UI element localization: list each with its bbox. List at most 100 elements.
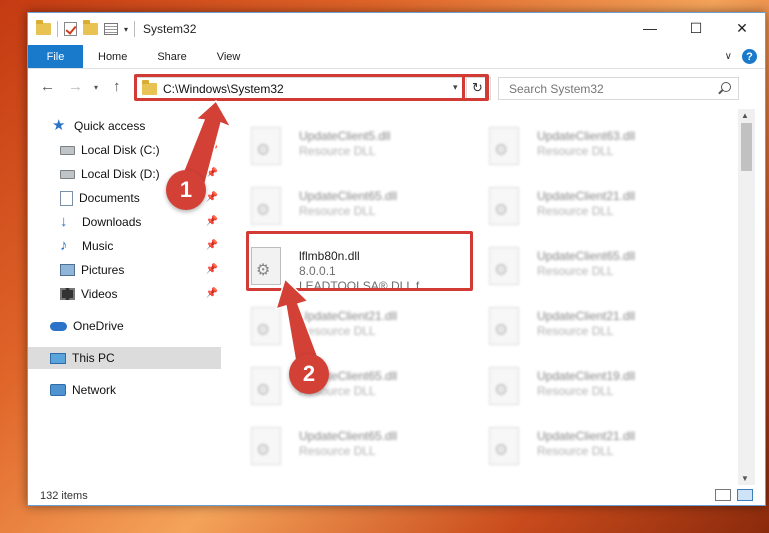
navigation-pane: ★ Quick access Local Disk (C:) 📌 Local D… [28, 109, 221, 479]
drive-icon [60, 169, 75, 179]
sidebar-item-pictures[interactable]: Pictures 📌 [28, 259, 221, 281]
file-name: UpdateClient21.dll [537, 309, 636, 323]
file-type: Resource DLL [537, 264, 614, 278]
recent-locations-chevron-icon[interactable]: ▾ [94, 83, 98, 92]
file-item[interactable]: UpdateClient21.dll Resource DLL [243, 303, 473, 355]
ribbon-tabs: File Home Share View ∨ ? [28, 45, 765, 69]
search-icon[interactable] [721, 82, 731, 92]
refresh-highlight-box [462, 74, 488, 101]
downloads-icon: ↓ [60, 213, 68, 230]
sidebar-item-label: Quick access [74, 119, 146, 133]
pin-icon: 📌 [205, 168, 218, 179]
search-input[interactable]: Search System32 [509, 82, 604, 96]
file-name: UpdateClient19.dll [537, 369, 636, 383]
large-icons-view-icon[interactable] [737, 489, 753, 501]
scrollbar-thumb[interactable] [741, 123, 752, 171]
tab-share[interactable]: Share [142, 45, 201, 68]
file-item[interactable]: UpdateClient65.dll Resource DLL [243, 183, 473, 235]
sidebar-item-label: Network [72, 383, 117, 397]
dll-file-icon [489, 127, 519, 165]
file-item[interactable]: UpdateClient21.dll Resource DLL [481, 303, 711, 355]
sidebar-item-music[interactable]: ♪ Music 📌 [28, 235, 221, 257]
drive-icon [60, 145, 75, 155]
dll-file-icon [489, 247, 519, 285]
pin-icon: 📌 [205, 192, 218, 203]
file-item[interactable]: UpdateClient65.dll Resource DLL [243, 423, 473, 475]
music-icon: ♪ [60, 237, 68, 254]
documents-icon [60, 190, 73, 206]
details-view-icon[interactable] [715, 489, 731, 501]
sidebar-item-network[interactable]: Network [28, 379, 221, 401]
network-icon [50, 384, 66, 396]
file-type: Resource DLL [299, 204, 376, 218]
file-name: UpdateClient63.dll [537, 129, 636, 143]
scroll-down-icon[interactable]: ▼ [741, 474, 749, 483]
folder-icon [36, 20, 51, 35]
file-name: UpdateClient21.dll [299, 309, 398, 323]
file-name: UpdateClient5.dll [299, 129, 391, 143]
quick-access-star-icon: ★ [52, 117, 66, 134]
maximize-button[interactable]: ☐ [673, 13, 719, 43]
sidebar-item-quick-access[interactable]: ★ Quick access [28, 115, 221, 137]
dll-file-icon [251, 307, 281, 345]
sidebar-item-label: Videos [81, 287, 118, 301]
sidebar-item-onedrive[interactable]: OneDrive [28, 315, 221, 337]
separator [134, 21, 136, 37]
sidebar-item-this-pc[interactable]: This PC [28, 347, 221, 369]
file-type: Resource DLL [537, 144, 614, 158]
dll-file-icon [489, 367, 519, 405]
search-box[interactable]: Search System32 [498, 77, 739, 100]
new-folder-icon[interactable] [83, 20, 98, 35]
file-highlight-box [246, 231, 473, 291]
forward-arrow-icon[interactable]: → [68, 78, 83, 95]
close-button[interactable]: ✕ [719, 13, 765, 43]
file-item[interactable]: UpdateClient5.dll Resource DLL [243, 123, 473, 175]
tab-home[interactable]: Home [83, 45, 142, 68]
expand-ribbon-icon[interactable]: ∨ [725, 51, 732, 62]
dll-file-icon [251, 187, 281, 225]
vertical-scrollbar[interactable]: ▲ ▼ [738, 109, 755, 485]
sidebar-item-local-disk-c[interactable]: Local Disk (C:) 📌 [28, 139, 221, 161]
title-bar: ▾ System32 — ☐ ✕ [28, 13, 765, 45]
file-type: Resource DLL [299, 324, 376, 338]
dll-file-icon [251, 427, 281, 465]
status-bar: 132 items [28, 485, 765, 507]
properties-check-icon[interactable] [64, 22, 77, 36]
up-arrow-icon[interactable]: ↑ [113, 78, 121, 95]
scroll-up-icon[interactable]: ▲ [741, 111, 749, 120]
sidebar-item-videos[interactable]: Videos 📌 [28, 283, 221, 305]
file-item[interactable]: UpdateClient21.dll Resource DLL [481, 183, 711, 235]
file-type: Resource DLL [537, 324, 614, 338]
minimize-button[interactable]: — [627, 13, 673, 43]
file-item[interactable]: UpdateClient65.dll Resource DLL [243, 363, 473, 415]
dll-file-icon [251, 367, 281, 405]
pin-icon: 📌 [205, 144, 218, 155]
pictures-icon [60, 264, 75, 276]
file-type: Resource DLL [537, 384, 614, 398]
sidebar-item-label: OneDrive [73, 319, 124, 333]
tab-view[interactable]: View [202, 45, 256, 68]
file-item[interactable]: UpdateClient65.dll Resource DLL [481, 243, 711, 295]
separator [57, 21, 58, 37]
file-item[interactable]: UpdateClient19.dll Resource DLL [481, 363, 711, 415]
tab-file[interactable]: File [28, 45, 83, 68]
step-2-badge: 2 [289, 354, 329, 394]
file-item[interactable]: UpdateClient21.dll Resource DLL [481, 423, 711, 475]
pin-icon: 📌 [205, 240, 218, 251]
sidebar-item-label: Pictures [81, 263, 125, 277]
toolbar-dropdown-icon[interactable]: ▾ [124, 25, 128, 34]
address-highlight-box [134, 74, 489, 101]
help-icon[interactable]: ? [742, 49, 757, 64]
sidebar-item-downloads[interactable]: ↓ Downloads 📌 [28, 211, 221, 233]
customize-toolbar-icon[interactable] [104, 23, 118, 35]
back-arrow-icon[interactable]: ← [40, 78, 55, 95]
sidebar-item-label: Local Disk (C:) [81, 143, 160, 157]
file-type: Resource DLL [299, 444, 376, 458]
dll-file-icon [489, 427, 519, 465]
pin-icon: 📌 [205, 216, 218, 227]
dll-file-icon [489, 307, 519, 345]
this-pc-icon [50, 352, 66, 364]
file-item[interactable]: UpdateClient63.dll Resource DLL [481, 123, 711, 175]
sidebar-item-label: Local Disk (D:) [81, 167, 160, 181]
file-type: Resource DLL [537, 204, 614, 218]
